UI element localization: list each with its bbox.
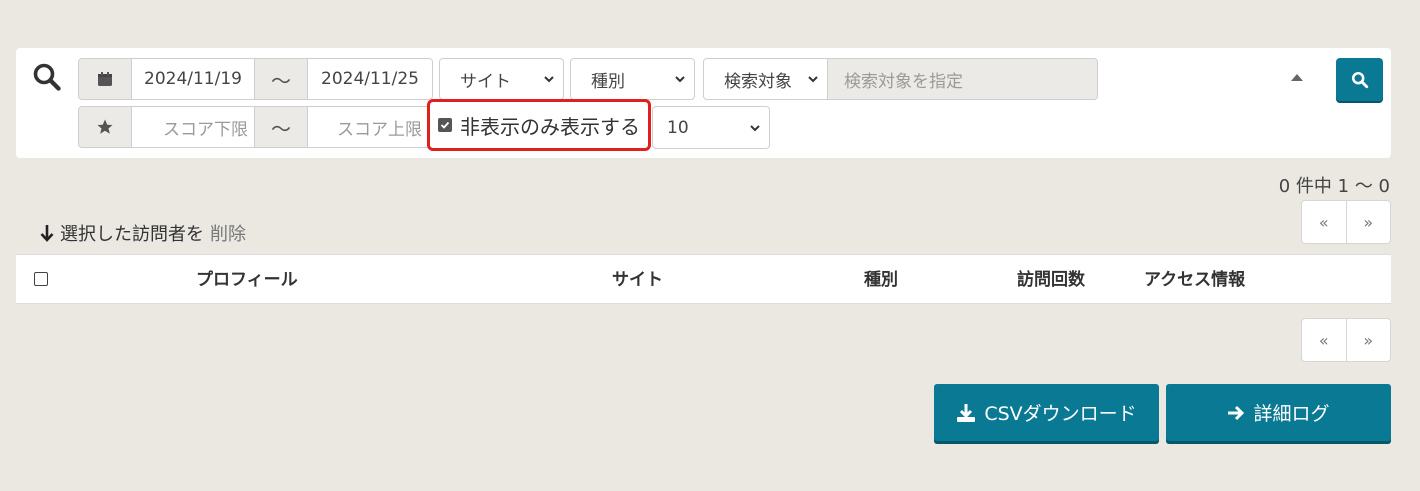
date-from-input[interactable]: 2024/11/19 <box>132 58 255 100</box>
chevron-down-icon <box>544 76 554 83</box>
search-icon <box>33 63 61 91</box>
table-header: プロフィール サイト 種別 訪問回数 アクセス情報 <box>16 254 1391 304</box>
search-target-select[interactable]: 検索対象 <box>703 58 828 100</box>
date-range-separator: ～ <box>255 58 308 100</box>
pagination-top: « » <box>1301 200 1391 244</box>
delete-link[interactable]: 削除 <box>210 220 246 246</box>
download-icon <box>957 403 976 422</box>
hidden-only-checkbox[interactable]: 非表示のみ表示する <box>427 99 651 151</box>
hidden-only-label: 非表示のみ表示する <box>460 114 640 139</box>
site-select[interactable]: サイト <box>439 58 564 100</box>
score-range-separator: ～ <box>255 106 308 148</box>
search-target-input[interactable]: 検索対象を指定 <box>828 58 1098 100</box>
next-page-button[interactable]: » <box>1345 201 1391 243</box>
score-min-input[interactable]: スコア下限 <box>132 106 255 148</box>
date-filter-row: 2024/11/19 ～ 2024/11/25 サイト 種別 検索対象 検索対象… <box>78 58 1098 100</box>
csv-download-label: CSVダウンロード <box>984 403 1137 425</box>
date-to-input[interactable]: 2024/11/25 <box>308 58 433 100</box>
score-max-input[interactable]: スコア上限 <box>308 106 428 148</box>
type-select-value: 種別 <box>591 71 625 92</box>
star-icon <box>78 106 132 148</box>
column-header-site[interactable]: サイト <box>612 255 663 305</box>
collapse-caret-icon[interactable] <box>1291 74 1303 81</box>
detail-log-label: 詳細ログ <box>1253 403 1330 425</box>
result-count: 0 件中 1 ～ 0 <box>1278 176 1390 197</box>
bulk-action-label: 選択した訪問者を <box>60 224 204 245</box>
arrow-right-icon <box>1228 405 1245 420</box>
chevron-down-icon <box>675 76 685 83</box>
calendar-icon <box>78 58 132 100</box>
column-header-visits[interactable]: 訪問回数 <box>1017 255 1085 305</box>
pagination-bottom: « » <box>1301 318 1391 362</box>
prev-page-button[interactable]: « <box>1302 201 1346 243</box>
per-page-value: 10 <box>667 117 689 138</box>
arrow-down-icon <box>40 225 54 242</box>
search-target-select-value: 検索対象 <box>724 71 792 92</box>
bulk-action: 選択した訪問者を 削除 <box>40 220 246 246</box>
chevron-down-icon <box>808 76 818 83</box>
prev-page-button[interactable]: « <box>1302 319 1346 361</box>
search-icon <box>1351 71 1368 88</box>
search-button[interactable] <box>1336 58 1383 101</box>
detail-log-button[interactable]: 詳細ログ <box>1166 384 1391 441</box>
checkbox-checked-icon[interactable] <box>438 118 452 132</box>
site-select-value: サイト <box>460 71 511 92</box>
type-select[interactable]: 種別 <box>570 58 695 100</box>
select-all-checkbox[interactable] <box>34 272 48 286</box>
score-filter-row: スコア下限 ～ スコア上限 <box>78 106 428 148</box>
column-header-type[interactable]: 種別 <box>864 255 898 305</box>
next-page-button[interactable]: » <box>1345 319 1391 361</box>
column-header-profile[interactable]: プロフィール <box>196 255 298 305</box>
csv-download-button[interactable]: CSVダウンロード <box>934 384 1159 441</box>
per-page-select[interactable]: 10 <box>652 106 770 149</box>
column-header-access-info[interactable]: アクセス情報 <box>1144 255 1245 305</box>
chevron-down-icon <box>750 124 760 131</box>
